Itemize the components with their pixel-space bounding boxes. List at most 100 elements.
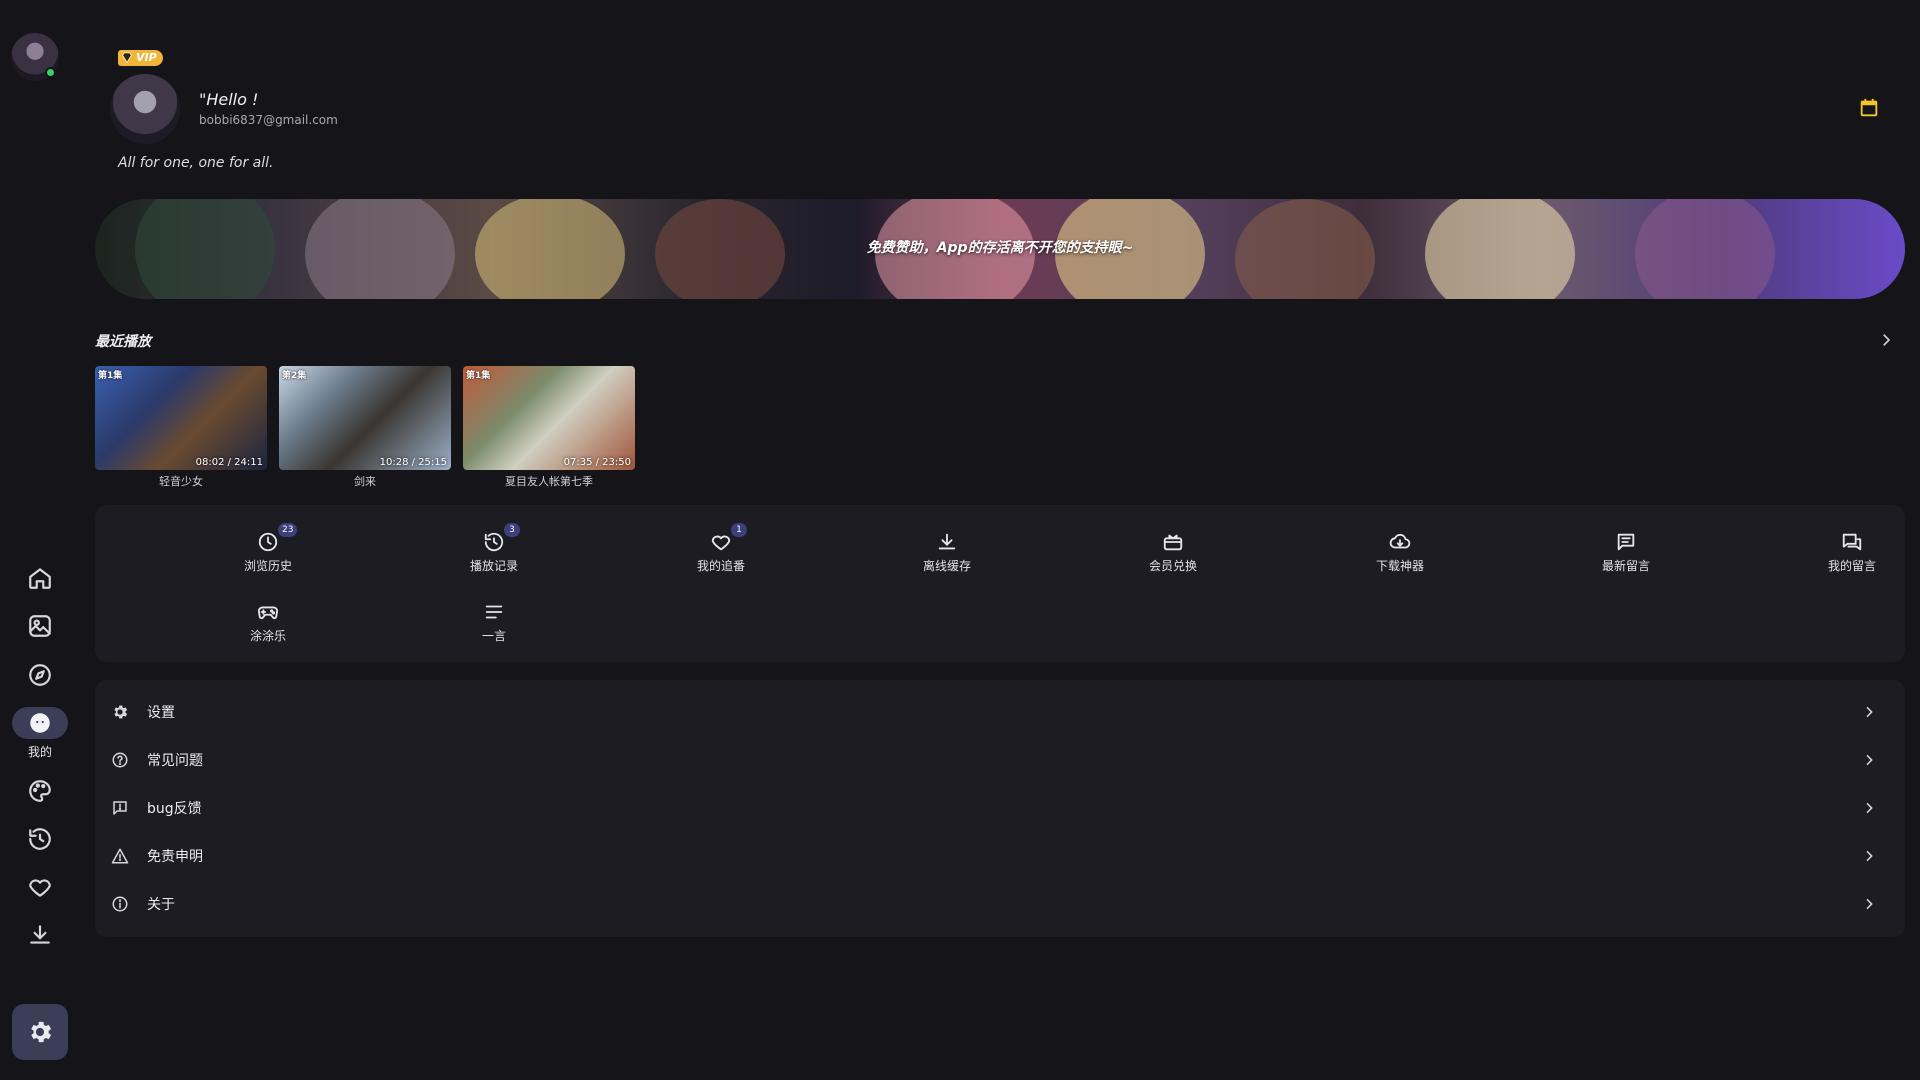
chevron-right-icon [1861, 704, 1877, 720]
avatar[interactable] [11, 33, 59, 81]
feature-download-tool[interactable]: 下载神器 [1340, 531, 1460, 574]
list-item-label: 常见问题 [147, 753, 203, 769]
feature-member-redeem[interactable]: 会员兑换 [1113, 531, 1233, 574]
nav-mine-pill [12, 707, 68, 739]
list-item-label: 关于 [147, 897, 175, 913]
feature-label: 涂涂乐 [249, 629, 286, 643]
warning-icon [111, 847, 129, 865]
profile-icon [30, 713, 50, 733]
side-rail: 我的 [0, 0, 80, 1080]
recent-item-thumbnail[interactable]: 第1集 07:35 / 23:50 [463, 366, 635, 470]
heart-icon [29, 879, 51, 897]
clock-icon [258, 532, 278, 552]
list-item-disclaimer[interactable]: 免责申明 [95, 832, 1905, 880]
compass-icon [29, 664, 51, 686]
gallery-icon [29, 615, 51, 637]
gear-icon [111, 703, 129, 721]
feature-my-messages[interactable]: 我的留言 [1792, 531, 1912, 574]
recent-item-thumbnail[interactable]: 第2集 10:28 / 25:15 [279, 366, 451, 470]
feature-browse-history[interactable]: 23 浏览历史 [208, 523, 328, 574]
history-icon [484, 532, 504, 552]
gift-card-icon [1163, 534, 1183, 551]
count-badge: 23 [278, 523, 298, 537]
recent-item-thumbnail[interactable]: 第1集 08:02 / 24:11 [95, 366, 267, 470]
nav-home[interactable] [0, 564, 80, 592]
message-icon [1617, 533, 1635, 551]
help-icon [111, 751, 129, 769]
recent-more-button[interactable] [1877, 331, 1895, 349]
chevron-right-icon [1861, 800, 1877, 816]
feature-label: 我的留言 [1827, 559, 1876, 573]
recent-section-title: 最近播放 [95, 334, 151, 350]
feature-offline-cache[interactable]: 离线缓存 [887, 531, 1007, 574]
nav-downloads[interactable] [0, 921, 80, 949]
progress-time: 10:28 / 25:15 [379, 457, 447, 468]
settings-list: 设置 常见问题 bug反馈 免责申明 关于 [95, 680, 1905, 937]
list-item-about[interactable]: 关于 [95, 880, 1905, 928]
feature-my-follows[interactable]: 1 我的追番 [661, 523, 781, 574]
recent-item-title[interactable]: 夏目友人帐第七季 [463, 473, 635, 489]
list-item-settings[interactable]: 设置 [95, 688, 1905, 736]
nav-gallery[interactable] [0, 612, 80, 640]
rail-settings-button[interactable] [12, 1004, 68, 1060]
feature-label: 我的追番 [696, 559, 745, 573]
feature-play-record[interactable]: 3 播放记录 [434, 523, 554, 574]
feature-label: 离线缓存 [922, 559, 971, 573]
episode-label: 第1集 [98, 371, 123, 381]
download-icon [938, 533, 956, 550]
feature-label: 最新留言 [1601, 559, 1650, 573]
feature-doodle[interactable]: 涂涂乐 [208, 601, 328, 644]
feature-hitokoto[interactable]: 一言 [434, 601, 554, 644]
feature-label: 播放记录 [469, 559, 518, 573]
progress-time: 08:02 / 24:11 [195, 457, 263, 468]
greeting-text: "Hello ! [199, 90, 259, 109]
profile-avatar[interactable] [110, 74, 180, 144]
feature-label: 下载神器 [1375, 559, 1424, 573]
heart-icon [711, 535, 731, 551]
cloud-download-icon [1389, 533, 1411, 549]
recent-item-title[interactable]: 轻音少女 [95, 473, 267, 489]
episode-label: 第1集 [466, 371, 491, 381]
app-root: 我的 VIP "Hello ! bobbi6837@gmail.com All … [0, 0, 1920, 1080]
list-item-label: 设置 [147, 705, 175, 721]
nav-mine[interactable] [0, 706, 80, 740]
chevron-right-icon [1883, 334, 1891, 346]
palette-icon [29, 780, 51, 802]
feature-label: 浏览历史 [243, 559, 292, 573]
nav-mine-label: 我的 [27, 745, 52, 759]
chevron-right-icon [1861, 752, 1877, 768]
user-email: bobbi6837@gmail.com [199, 113, 338, 127]
chat-icon [1842, 533, 1862, 551]
feature-latest-messages[interactable]: 最新留言 [1566, 531, 1686, 574]
nav-theme[interactable] [0, 777, 80, 805]
sponsor-banner[interactable]: 免费赞助，App的存活离不开您的支持眼~ [95, 199, 1905, 299]
lines-icon [485, 605, 503, 619]
calendar-button[interactable] [1858, 97, 1880, 119]
nav-explore[interactable] [0, 661, 80, 689]
chevron-right-icon [1861, 848, 1877, 864]
calendar-icon [1860, 98, 1878, 117]
list-item-bug-feedback[interactable]: bug反馈 [95, 784, 1905, 832]
history-icon [29, 828, 51, 850]
gear-icon [31, 1021, 52, 1043]
count-badge: 3 [504, 523, 520, 537]
list-item-label: bug反馈 [147, 801, 202, 817]
banner-text: 免费赞助，App的存活离不开您的支持眼~ [866, 240, 1134, 256]
diamond-icon [122, 52, 132, 64]
count-badge: 1 [731, 523, 747, 537]
progress-time: 07:35 / 23:50 [563, 457, 631, 468]
nav-favorites[interactable] [0, 873, 80, 901]
feature-grid: 23 浏览历史 3 播放记录 1 我的追番 离线缓存 会员兑换 下载神器 最新留… [95, 505, 1905, 662]
online-status-dot [45, 67, 56, 78]
feature-label: 会员兑换 [1148, 559, 1197, 573]
home-icon [29, 568, 51, 589]
recent-item-title[interactable]: 剑来 [279, 473, 451, 489]
info-icon [111, 895, 129, 913]
download-icon [30, 925, 50, 944]
episode-label: 第2集 [282, 371, 307, 381]
chevron-right-icon [1861, 896, 1877, 912]
feedback-icon [111, 799, 129, 817]
list-item-label: 免责申明 [147, 849, 203, 865]
list-item-faq[interactable]: 常见问题 [95, 736, 1905, 784]
nav-history[interactable] [0, 825, 80, 853]
